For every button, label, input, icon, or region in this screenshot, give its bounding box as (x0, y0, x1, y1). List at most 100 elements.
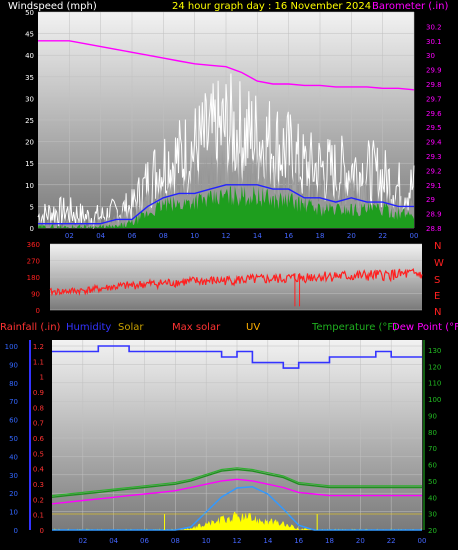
temperature-tick-label: 50 (428, 478, 437, 486)
temperature-tick-label: 70 (428, 445, 437, 453)
rainfall-tick-label: 1.2 (33, 343, 44, 351)
wind-x-tick-label: 16 (284, 232, 293, 240)
rainfall-tick-label: 0.6 (33, 435, 45, 443)
legend-dew-point: Dew Point (°F (392, 322, 458, 333)
wind-tick-label: 10 (25, 182, 34, 190)
legend-uv: UV (246, 322, 260, 333)
wind-tick-label: 35 (25, 74, 34, 82)
rainfall-tick-label: 0.3 (33, 481, 44, 489)
rainfall-tick-label: 0.7 (33, 420, 44, 428)
temp-x-tick-label: 22 (387, 537, 396, 545)
barometer-tick-label: 29.6 (426, 110, 442, 118)
barometer-tick-label: 29.9 (426, 67, 442, 75)
barometer-tick-label: 30.2 (426, 23, 442, 31)
barometer-tick-label: 30.1 (426, 38, 442, 46)
temp-x-tick-label: 08 (171, 537, 180, 545)
wind-x-tick-label: 20 (347, 232, 356, 240)
wind-x-tick-label: 04 (96, 232, 105, 240)
wind-x-tick-label: 12 (222, 232, 231, 240)
windspeed-axis-title: Windspeed (mph) (8, 1, 97, 12)
temperature-tick-label: 130 (428, 347, 441, 355)
wind-tick-label: 0 (30, 225, 34, 233)
humidity-tick-label: 60 (9, 417, 18, 425)
temp-x-tick-label: 12 (233, 537, 242, 545)
barometer-tick-label: 29.3 (426, 153, 442, 161)
direction-tick-label: 90 (31, 291, 40, 299)
wind-x-tick-label: 22 (378, 232, 387, 240)
humidity-tick-label: 10 (9, 509, 18, 517)
rainfall-tick-label: 0.1 (33, 512, 44, 520)
wind-tick-label: 40 (25, 52, 34, 60)
wind-x-tick-label: 06 (128, 232, 137, 240)
rainfall-tick-label: 0 (40, 527, 44, 535)
rainfall-tick-label: 0.5 (33, 450, 44, 458)
compass-n-top: N (434, 241, 441, 252)
wind-tick-label: 15 (25, 160, 34, 168)
wind-tick-label: 45 (25, 31, 34, 39)
direction-tick-label: 0 (36, 307, 40, 315)
temp-x-tick-label: 04 (109, 537, 118, 545)
legend-humidity: Humidity (66, 322, 111, 333)
temperature-tick-label: 100 (428, 396, 441, 404)
rainfall-tick-label: 1 (40, 374, 44, 382)
rainfall-tick-label: 0.9 (33, 389, 44, 397)
humidity-tick-label: 70 (9, 398, 18, 406)
temp-x-tick-label: 14 (263, 537, 272, 545)
wind-tick-label: 20 (25, 139, 34, 147)
humidity-tick-label: 90 (9, 361, 18, 369)
humidity-tick-label: 0 (14, 527, 18, 535)
humidity-tick-label: 30 (9, 472, 18, 480)
rainfall-tick-label: 1.1 (33, 358, 44, 366)
humidity-tick-label: 80 (9, 380, 18, 388)
compass-e: E (434, 291, 440, 302)
temp-x-tick-label: 06 (140, 537, 149, 545)
barometer-tick-label: 28.8 (426, 225, 442, 233)
wind-x-tick-label: 18 (316, 232, 325, 240)
wind-tick-label: 25 (25, 117, 34, 125)
temperature-tick-label: 40 (428, 494, 437, 502)
temperature-tick-label: 30 (428, 511, 437, 519)
rainfall-tick-label: 0.4 (33, 466, 45, 474)
wind-x-tick-label: 14 (253, 232, 262, 240)
wind-tick-label: 30 (25, 95, 34, 103)
barometer-tick-label: 28.9 (426, 211, 442, 219)
temperature-tick-label: 90 (428, 412, 437, 420)
rainfall-tick-label: 0.8 (33, 404, 44, 412)
barometer-tick-label: 29.8 (426, 81, 442, 89)
direction-tick-label: 270 (27, 258, 40, 266)
barometer-axis-title: Barometer (.in) (372, 1, 448, 12)
barometer-tick-label: 30 (426, 52, 435, 60)
legend-rainfall: Rainfall (.in) (0, 322, 61, 333)
wind-x-tick-label: 02 (65, 232, 74, 240)
wind-x-tick-label: 00 (410, 232, 419, 240)
wind-x-tick-label: 08 (159, 232, 168, 240)
compass-n-bottom: N (434, 307, 441, 318)
temp-x-tick-label: 02 (78, 537, 87, 545)
barometer-tick-label: 29.5 (426, 124, 442, 132)
barometer-tick-label: 29 (426, 196, 435, 204)
humidity-tick-label: 40 (9, 453, 18, 461)
barometer-tick-label: 29.4 (426, 139, 442, 147)
legend-solar: Solar (118, 322, 144, 333)
humidity-tick-label: 50 (9, 435, 18, 443)
temperature-tick-label: 20 (428, 527, 437, 535)
wind-tick-label: 5 (30, 203, 34, 211)
barometer-tick-label: 29.1 (426, 182, 442, 190)
temp-x-tick-label: 20 (356, 537, 365, 545)
humidity-tick-label: 20 (9, 490, 18, 498)
barometer-tick-label: 29.2 (426, 167, 442, 175)
weather-graph: Windspeed (mph) 24 hour graph day : 16 N… (0, 0, 458, 550)
temp-x-tick-label: 00 (418, 537, 427, 545)
wind-x-tick-label: 10 (190, 232, 199, 240)
temperature-tick-label: 110 (428, 380, 441, 388)
direction-tick-label: 180 (27, 274, 40, 282)
temperature-tick-label: 80 (428, 429, 437, 437)
temperature-tick-label: 120 (428, 363, 441, 371)
humidity-tick-label: 100 (5, 343, 18, 351)
barometer-tick-label: 29.7 (426, 95, 442, 103)
temperature-tick-label: 60 (428, 462, 437, 470)
rainfall-tick-label: 0.2 (33, 496, 44, 504)
compass-s: S (434, 275, 440, 286)
direction-tick-label: 360 (27, 241, 40, 249)
compass-w: W (434, 258, 444, 269)
